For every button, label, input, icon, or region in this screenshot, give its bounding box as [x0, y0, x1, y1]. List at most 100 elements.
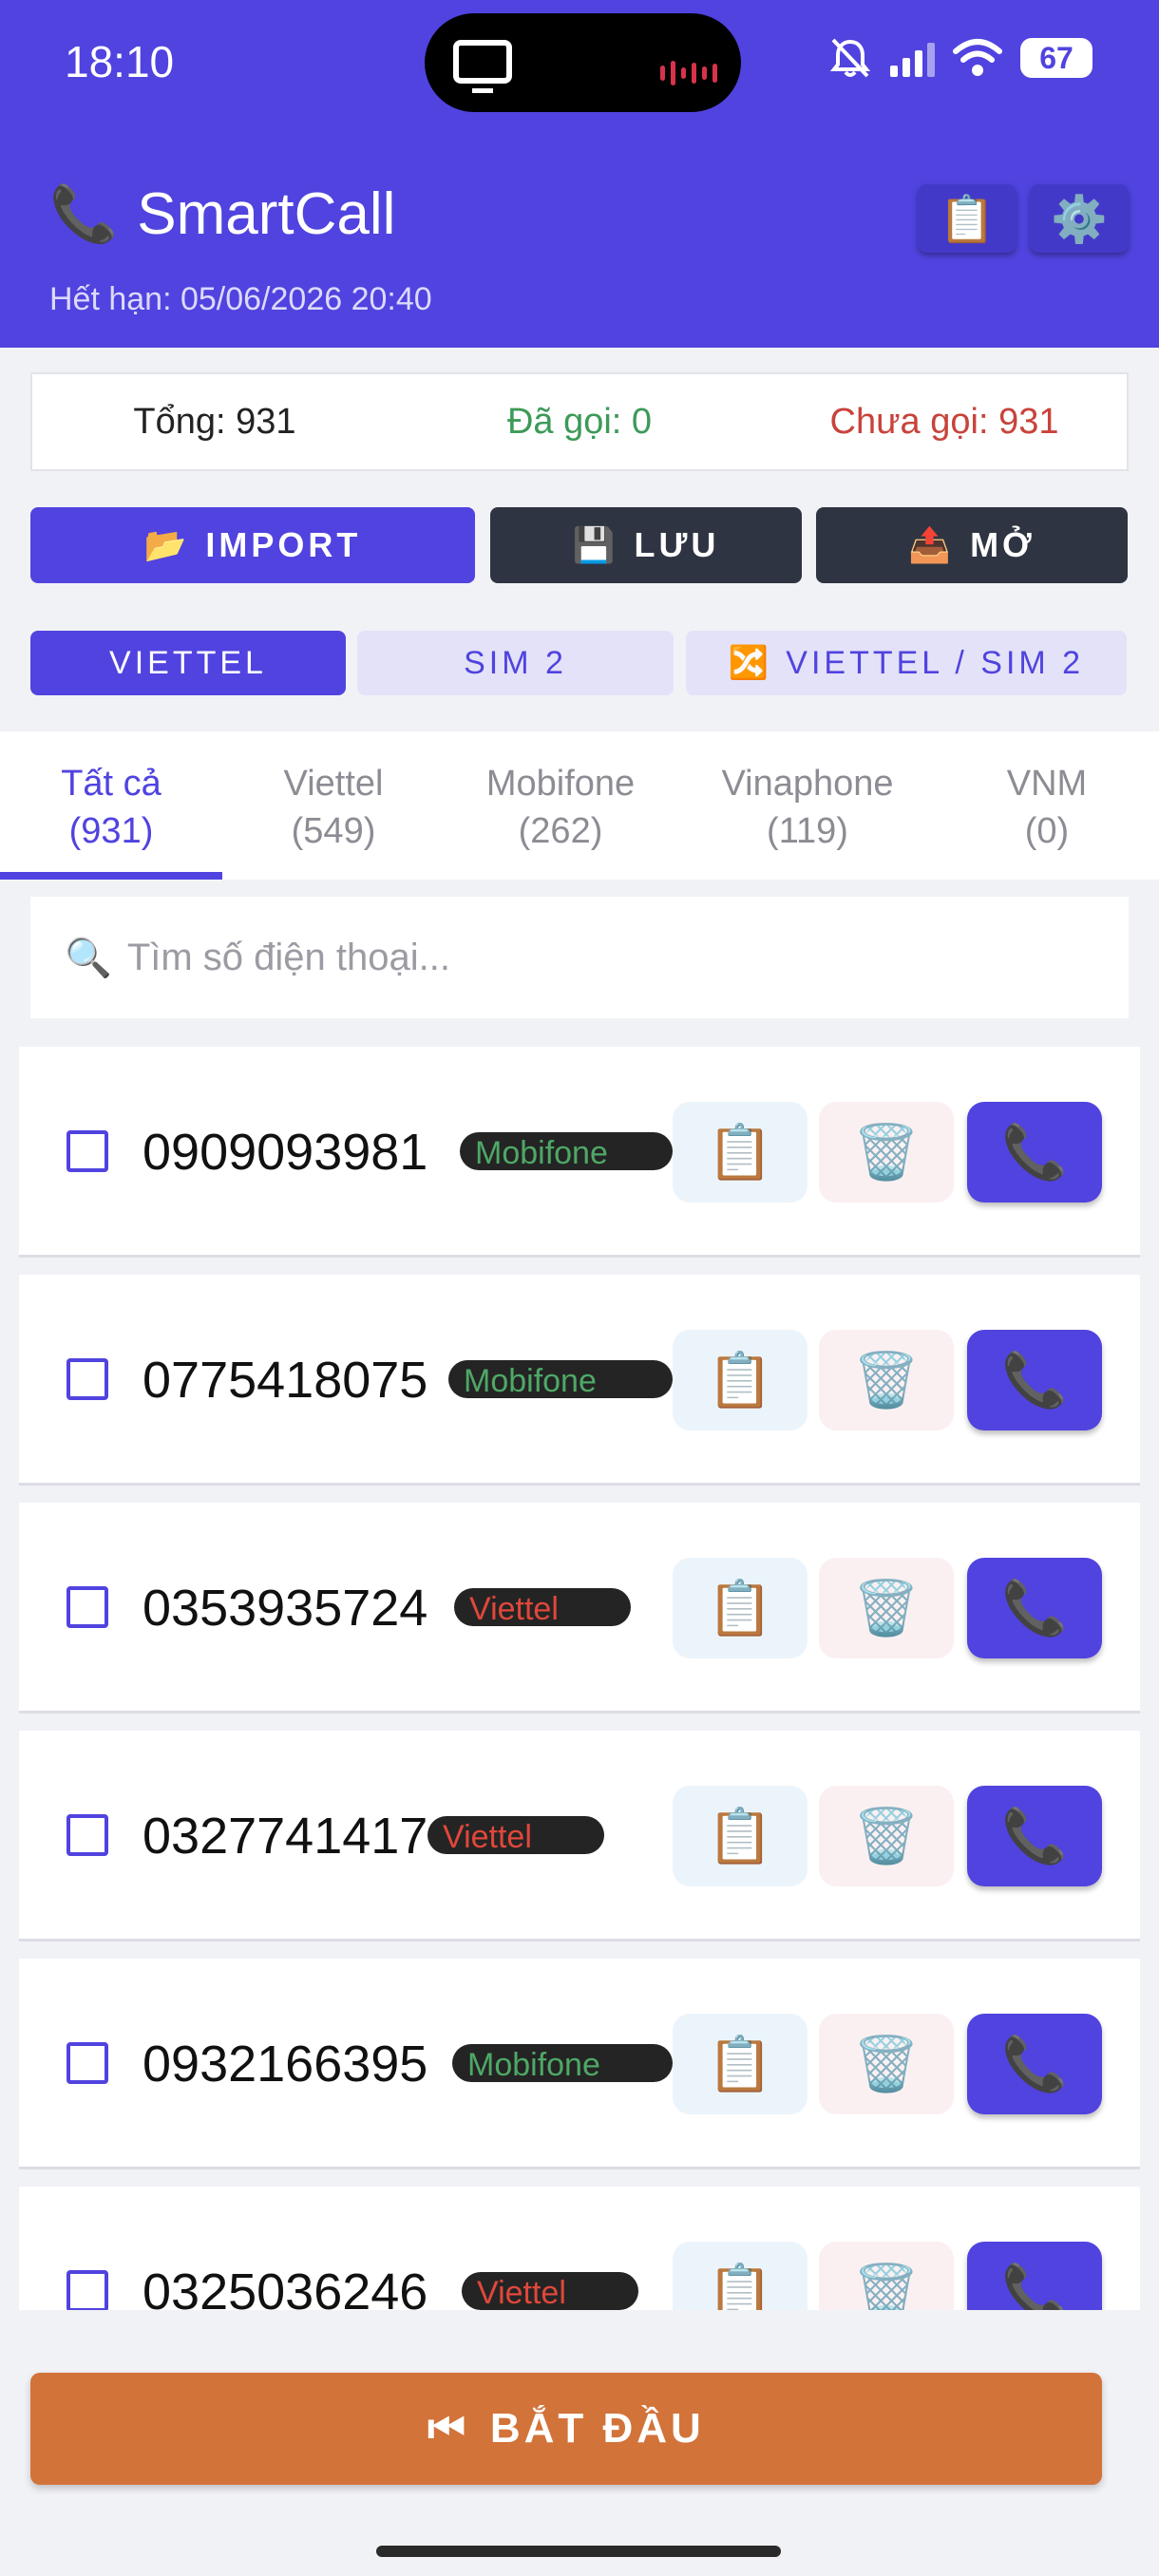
row-checkbox[interactable]: [66, 2042, 108, 2084]
sim-viettel-label: VIETTEL: [109, 644, 267, 681]
copy-button[interactable]: 📋: [673, 1786, 808, 1886]
app-header: 18:10 67 📞 SmartCall Hết hạn: 05/06/2026…: [0, 0, 1159, 348]
sim-viettel-button[interactable]: VIETTEL: [30, 631, 346, 695]
save-label: LƯU: [634, 525, 720, 564]
folder-open-icon: 📂: [143, 525, 191, 564]
clipboard-icon: 📋: [707, 1350, 773, 1410]
carrier-badge: Mobifone: [452, 2044, 673, 2082]
list-item: 0932166395 Mobifone 📋 🗑️ 📞: [19, 1959, 1140, 2169]
audio-wave-icon: [660, 61, 717, 85]
delete-button[interactable]: 🗑️: [819, 1786, 954, 1886]
outbox-tray-icon: 📤: [908, 525, 956, 564]
phone-receiver-icon: 📞: [49, 182, 119, 245]
call-button[interactable]: 📞: [967, 1558, 1102, 1658]
tab-viettel-name: Viettel: [283, 764, 384, 804]
copy-button[interactable]: 📋: [673, 1102, 808, 1203]
copy-button[interactable]: 📋: [673, 1330, 808, 1430]
row-checkbox[interactable]: [66, 1130, 108, 1172]
wifi-icon: [953, 39, 1002, 76]
call-button[interactable]: 📞: [967, 1786, 1102, 1886]
skip-back-icon: ⏮: [428, 2405, 469, 2452]
delete-button[interactable]: 🗑️: [819, 1330, 954, 1430]
trash-icon: 🗑️: [853, 2034, 920, 2093]
clipboard-icon: 📋: [707, 2034, 773, 2093]
delete-button[interactable]: 🗑️: [819, 1558, 954, 1658]
clipboard-icon: 📋: [707, 1578, 773, 1638]
phone-number: 0327741417: [142, 1808, 428, 1865]
tab-mobifone[interactable]: Mobifone (262): [445, 760, 676, 855]
search-input[interactable]: 🔍 Tìm số điện thoại...: [30, 897, 1129, 1018]
carrier-tabs: Tất cả (931) Viettel (549) Mobifone (262…: [0, 731, 1159, 880]
list-item: 0327741417 Viettel 📋 🗑️ 📞: [19, 1731, 1140, 1941]
clipboard-icon: 📋: [707, 1806, 773, 1866]
copy-button[interactable]: 📋: [673, 2242, 808, 2310]
call-button[interactable]: 📞: [967, 1330, 1102, 1430]
app-title: 📞 SmartCall: [49, 180, 395, 248]
start-label: BẮT ĐẦU: [489, 2405, 705, 2452]
stat-uncalled: Chưa gọi: 931: [829, 401, 1059, 442]
call-button[interactable]: 📞: [967, 1102, 1102, 1203]
import-button[interactable]: 📂 IMPORT: [30, 507, 475, 583]
tab-vinaphone-count: (119): [767, 811, 848, 851]
phone-number: 0775418075: [142, 1352, 428, 1409]
home-indicator[interactable]: [376, 2546, 781, 2557]
clipboard-button[interactable]: 📋: [918, 184, 1016, 253]
row-checkbox[interactable]: [66, 1814, 108, 1856]
stat-called: Đã gọi: 0: [506, 401, 653, 442]
carrier-badge: Mobifone: [448, 1360, 673, 1398]
stats-bar: Tổng: 931 Đã gọi: 0 Chưa gọi: 931: [30, 372, 1129, 471]
phone-icon: 📞: [1001, 1578, 1068, 1638]
sim-both-button[interactable]: 🔀 VIETTEL / SIM 2: [686, 631, 1127, 695]
search-icon: 🔍: [65, 937, 112, 979]
settings-button[interactable]: ⚙️: [1030, 184, 1129, 253]
phone-icon: 📞: [1001, 2034, 1068, 2093]
dynamic-island: [425, 13, 741, 112]
tab-vinaphone[interactable]: Vinaphone (119): [676, 760, 939, 855]
tab-vnm-name: VNM: [1006, 764, 1088, 804]
list-item: 0909093981 Mobifone 📋 🗑️ 📞: [19, 1047, 1140, 1258]
phone-icon: 📞: [1001, 1806, 1068, 1866]
trash-icon: 🗑️: [853, 2262, 920, 2310]
phone-number: 0909093981: [142, 1124, 428, 1181]
tab-all[interactable]: Tất cả (931): [0, 760, 222, 855]
tab-viettel-count: (549): [291, 811, 376, 851]
contact-list[interactable]: 0909093981 Mobifone 📋 🗑️ 📞 0775418075 Mo…: [19, 1047, 1140, 2310]
tab-vinaphone-name: Vinaphone: [721, 764, 894, 804]
copy-button[interactable]: 📋: [673, 1558, 808, 1658]
expiry-date: Hết hạn: 05/06/2026 20:40: [49, 281, 432, 317]
copy-button[interactable]: 📋: [673, 2014, 808, 2114]
open-button[interactable]: 📤 MỞ: [816, 507, 1128, 583]
sim-both-label: VIETTEL / SIM 2: [786, 644, 1085, 681]
delete-button[interactable]: 🗑️: [819, 2014, 954, 2114]
list-item: 0325036246 Viettel 📋 🗑️ 📞: [19, 2187, 1140, 2310]
row-checkbox[interactable]: [66, 1586, 108, 1628]
phone-icon: 📞: [1001, 1350, 1068, 1410]
row-checkbox[interactable]: [66, 1358, 108, 1400]
call-button[interactable]: 📞: [967, 2242, 1102, 2310]
sim-2-button[interactable]: SIM 2: [357, 631, 674, 695]
carrier-badge: Viettel: [428, 1816, 604, 1854]
phone-number: 0932166395: [142, 2036, 428, 2093]
clipboard-icon: 📋: [707, 1122, 773, 1182]
tab-all-name: Tất cả: [61, 764, 162, 804]
delete-button[interactable]: 🗑️: [819, 1102, 954, 1203]
tab-viettel[interactable]: Viettel (549): [222, 760, 445, 855]
trash-icon: 🗑️: [853, 1350, 920, 1410]
phone-icon: 📞: [1001, 1122, 1068, 1182]
sim-2-label: SIM 2: [464, 644, 567, 681]
tab-vnm[interactable]: VNM (0): [939, 760, 1155, 855]
row-checkbox[interactable]: [66, 2270, 108, 2310]
active-tab-indicator: [0, 872, 222, 880]
trash-icon: 🗑️: [853, 1578, 920, 1638]
delete-button[interactable]: 🗑️: [819, 2242, 954, 2310]
start-button[interactable]: ⏮ BẮT ĐẦU: [30, 2373, 1102, 2485]
gear-icon: ⚙️: [1051, 194, 1108, 245]
call-button[interactable]: 📞: [967, 2014, 1102, 2114]
cellular-signal-icon: [890, 39, 935, 77]
trash-icon: 🗑️: [853, 1122, 920, 1182]
save-button[interactable]: 💾 LƯU: [490, 507, 802, 583]
tab-mobifone-count: (262): [518, 811, 603, 851]
phone-icon: 📞: [1001, 2262, 1068, 2310]
app-title-text: SmartCall: [137, 181, 396, 247]
stat-total: Tổng: 931: [133, 401, 296, 442]
